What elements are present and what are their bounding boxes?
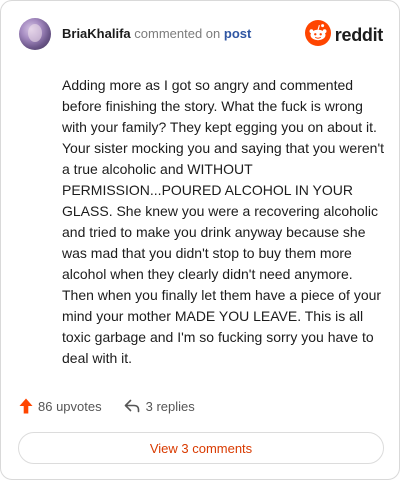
commented-on-label: commented on bbox=[134, 26, 221, 41]
username[interactable]: BriaKhalifa bbox=[62, 26, 131, 41]
comment-body: Adding more as I got so angry and commen… bbox=[62, 77, 384, 366]
upvote-count: 86 upvotes bbox=[38, 398, 102, 414]
upvote-arrow-icon bbox=[19, 398, 33, 414]
avatar[interactable] bbox=[19, 18, 51, 50]
view-comments-button[interactable]: View 3 comments bbox=[18, 432, 384, 464]
reddit-logo-icon bbox=[304, 20, 331, 51]
post-link[interactable]: post bbox=[224, 26, 251, 41]
reply-count: 3 replies bbox=[145, 398, 195, 414]
comment-header: BriaKhalifa commented on post reddit bbox=[19, 17, 383, 51]
reply-arrow-icon bbox=[124, 399, 140, 413]
reddit-wordmark: reddit bbox=[334, 25, 384, 45]
comment-actions: 86 upvotes 3 replies bbox=[19, 398, 195, 414]
header-text: BriaKhalifa commented on post bbox=[62, 26, 251, 42]
upvote-button[interactable]: 86 upvotes bbox=[19, 398, 102, 414]
reddit-brand[interactable]: reddit bbox=[304, 20, 384, 51]
replies-button[interactable]: 3 replies bbox=[124, 399, 195, 414]
comment-card: BriaKhalifa commented on post reddit Add… bbox=[0, 0, 400, 480]
